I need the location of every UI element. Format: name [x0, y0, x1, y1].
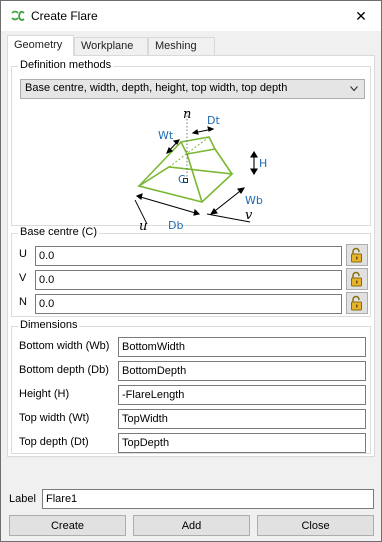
definition-method-select[interactable]: Base centre, width, depth, height, top w… [20, 79, 365, 99]
top-width-input[interactable]: TopWidth [118, 409, 366, 429]
diagram-label-db: Db [168, 219, 183, 232]
definition-methods-group: Definition methods Base centre, width, d… [11, 59, 371, 234]
close-icon: ✕ [355, 7, 367, 24]
title-bar: Create Flare ✕ [1, 1, 381, 31]
n-lock-button[interactable] [346, 292, 368, 314]
geometry-panel: Definition methods Base centre, width, d… [7, 55, 375, 457]
tab-workplane[interactable]: Workplane [74, 37, 148, 55]
add-button[interactable]: Add [133, 515, 250, 536]
close-window-button[interactable]: ✕ [341, 1, 381, 31]
tab-geometry[interactable]: Geometry [7, 35, 74, 56]
diagram-label-dt: Dt [207, 114, 220, 127]
tab-meshing[interactable]: Meshing [148, 37, 215, 55]
u-label: U [19, 248, 27, 260]
app-logo-icon [11, 10, 25, 21]
base-centre-legend: Base centre (C) [18, 226, 100, 238]
diagram-label-wt: Wt [158, 129, 174, 142]
unlocked-padlock-icon [351, 247, 362, 263]
base-centre-group: Base centre (C) U 0.0 V 0.0 N 0.0 [11, 226, 371, 317]
label-input[interactable]: Flare1 [42, 489, 374, 509]
height-input[interactable]: -FlareLength [118, 385, 366, 405]
frustum-shape [137, 136, 234, 203]
bottom-width-input[interactable]: BottomWidth [118, 337, 366, 357]
v-input[interactable]: 0.0 [35, 270, 342, 290]
definition-methods-legend: Definition methods [18, 59, 114, 71]
bottom-depth-input[interactable]: BottomDepth [118, 361, 366, 381]
v-lock-button[interactable] [346, 268, 368, 290]
top-width-label: Top width (Wt) [19, 412, 90, 424]
label-field-label: Label [9, 493, 36, 505]
top-depth-input[interactable]: TopDepth [118, 433, 366, 453]
n-label: N [19, 296, 27, 308]
u-input[interactable]: 0.0 [35, 246, 342, 266]
unlocked-padlock-icon [351, 271, 362, 287]
height-label: Height (H) [19, 388, 70, 400]
diagram-label-c: C [178, 173, 186, 186]
create-flare-dialog: Create Flare ✕ Geometry Workplane Meshin… [0, 0, 382, 542]
dimensions-legend: Dimensions [18, 319, 80, 331]
diagram-label-v: v [245, 208, 253, 223]
bottom-width-label: Bottom width (Wb) [19, 340, 110, 352]
bottom-depth-label: Bottom depth (Db) [19, 364, 109, 376]
create-button[interactable]: Create [9, 515, 126, 536]
flare-diagram: n Dt Wt H C Wb Db u v [134, 107, 267, 234]
dimensions-group: Dimensions Bottom width (Wb) BottomWidth… [11, 319, 371, 454]
diagram-label-h: H [259, 157, 267, 170]
v-label: V [19, 272, 27, 284]
diagram-label-u: u [139, 219, 147, 234]
diagram-label-n: n [183, 107, 191, 122]
diagram-label-wb: Wb [245, 194, 263, 207]
u-lock-button[interactable] [346, 244, 368, 266]
top-depth-label: Top depth (Dt) [19, 436, 89, 448]
chevron-down-icon [350, 86, 358, 92]
n-input[interactable]: 0.0 [35, 294, 342, 314]
dimension-arrows [134, 126, 258, 225]
unlocked-padlock-icon [351, 295, 362, 311]
window-title: Create Flare [31, 9, 98, 23]
close-button[interactable]: Close [257, 515, 374, 536]
definition-method-value: Base centre, width, depth, height, top w… [25, 82, 288, 94]
